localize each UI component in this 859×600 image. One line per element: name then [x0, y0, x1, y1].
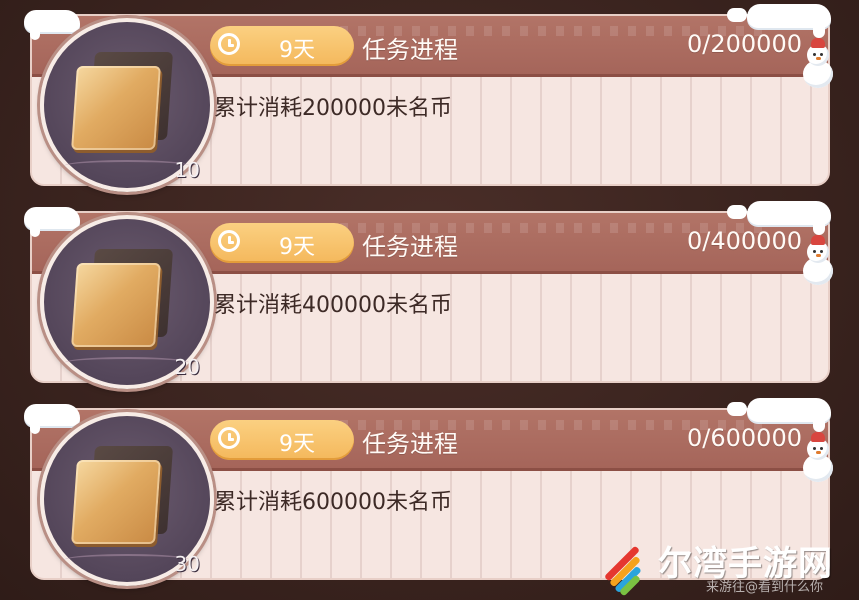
wood-plank-icon — [71, 263, 161, 347]
task-progress-label: 任务进程 — [362, 233, 458, 261]
timer-text: 9天 — [279, 432, 315, 457]
task-progress-value: 0/200000 — [687, 30, 802, 58]
task-card: 10 9天 任务进程 0/200000 累计消耗200000未名币 — [0, 0, 859, 192]
timer-badge: 9天 — [210, 26, 354, 66]
snow-cap-left — [24, 10, 80, 40]
snow-cap-right — [747, 201, 831, 235]
snowman-icon — [801, 235, 835, 285]
reward-item-slot[interactable]: 20 — [40, 215, 214, 389]
reward-count: 30 — [174, 552, 200, 576]
snow-cap-left — [24, 404, 80, 434]
task-card: 20 9天 任务进程 0/400000 累计消耗400000未名币 — [0, 197, 859, 389]
task-progress-value: 0/400000 — [687, 227, 802, 255]
timer-text: 9天 — [279, 235, 315, 260]
snow-tuft — [727, 205, 747, 219]
snowman-icon — [801, 432, 835, 482]
wood-plank-icon — [71, 460, 161, 544]
snowman-icon — [801, 38, 835, 88]
clock-icon — [218, 230, 240, 252]
snow-cap-left — [24, 207, 80, 237]
snow-cap-right — [747, 4, 831, 38]
task-progress-value: 0/600000 — [687, 424, 802, 452]
task-progress-label: 任务进程 — [362, 36, 458, 64]
task-progress-label: 任务进程 — [362, 430, 458, 458]
snow-tuft — [727, 402, 747, 416]
watermark-sub: 来游往@看到什么你 — [706, 580, 824, 595]
reward-count: 10 — [174, 158, 200, 182]
task-description: 累计消耗400000未名币 — [214, 293, 452, 318]
reward-count: 20 — [174, 355, 200, 379]
reward-item-slot[interactable]: 30 — [40, 412, 214, 586]
site-watermark-logo: 尔湾手游网 来游往@看到什么你 — [594, 532, 859, 600]
snow-tuft — [727, 8, 747, 22]
brand-logo-icon — [596, 538, 648, 597]
clock-icon — [218, 427, 240, 449]
timer-badge: 9天 — [210, 223, 354, 263]
reward-item-slot[interactable]: 10 — [40, 18, 214, 192]
clock-icon — [218, 33, 240, 55]
timer-text: 9天 — [279, 38, 315, 63]
snow-cap-right — [747, 398, 831, 432]
task-description: 累计消耗200000未名币 — [214, 96, 452, 121]
wood-plank-icon — [71, 66, 161, 150]
task-description: 累计消耗600000未名币 — [214, 490, 452, 515]
timer-badge: 9天 — [210, 420, 354, 460]
